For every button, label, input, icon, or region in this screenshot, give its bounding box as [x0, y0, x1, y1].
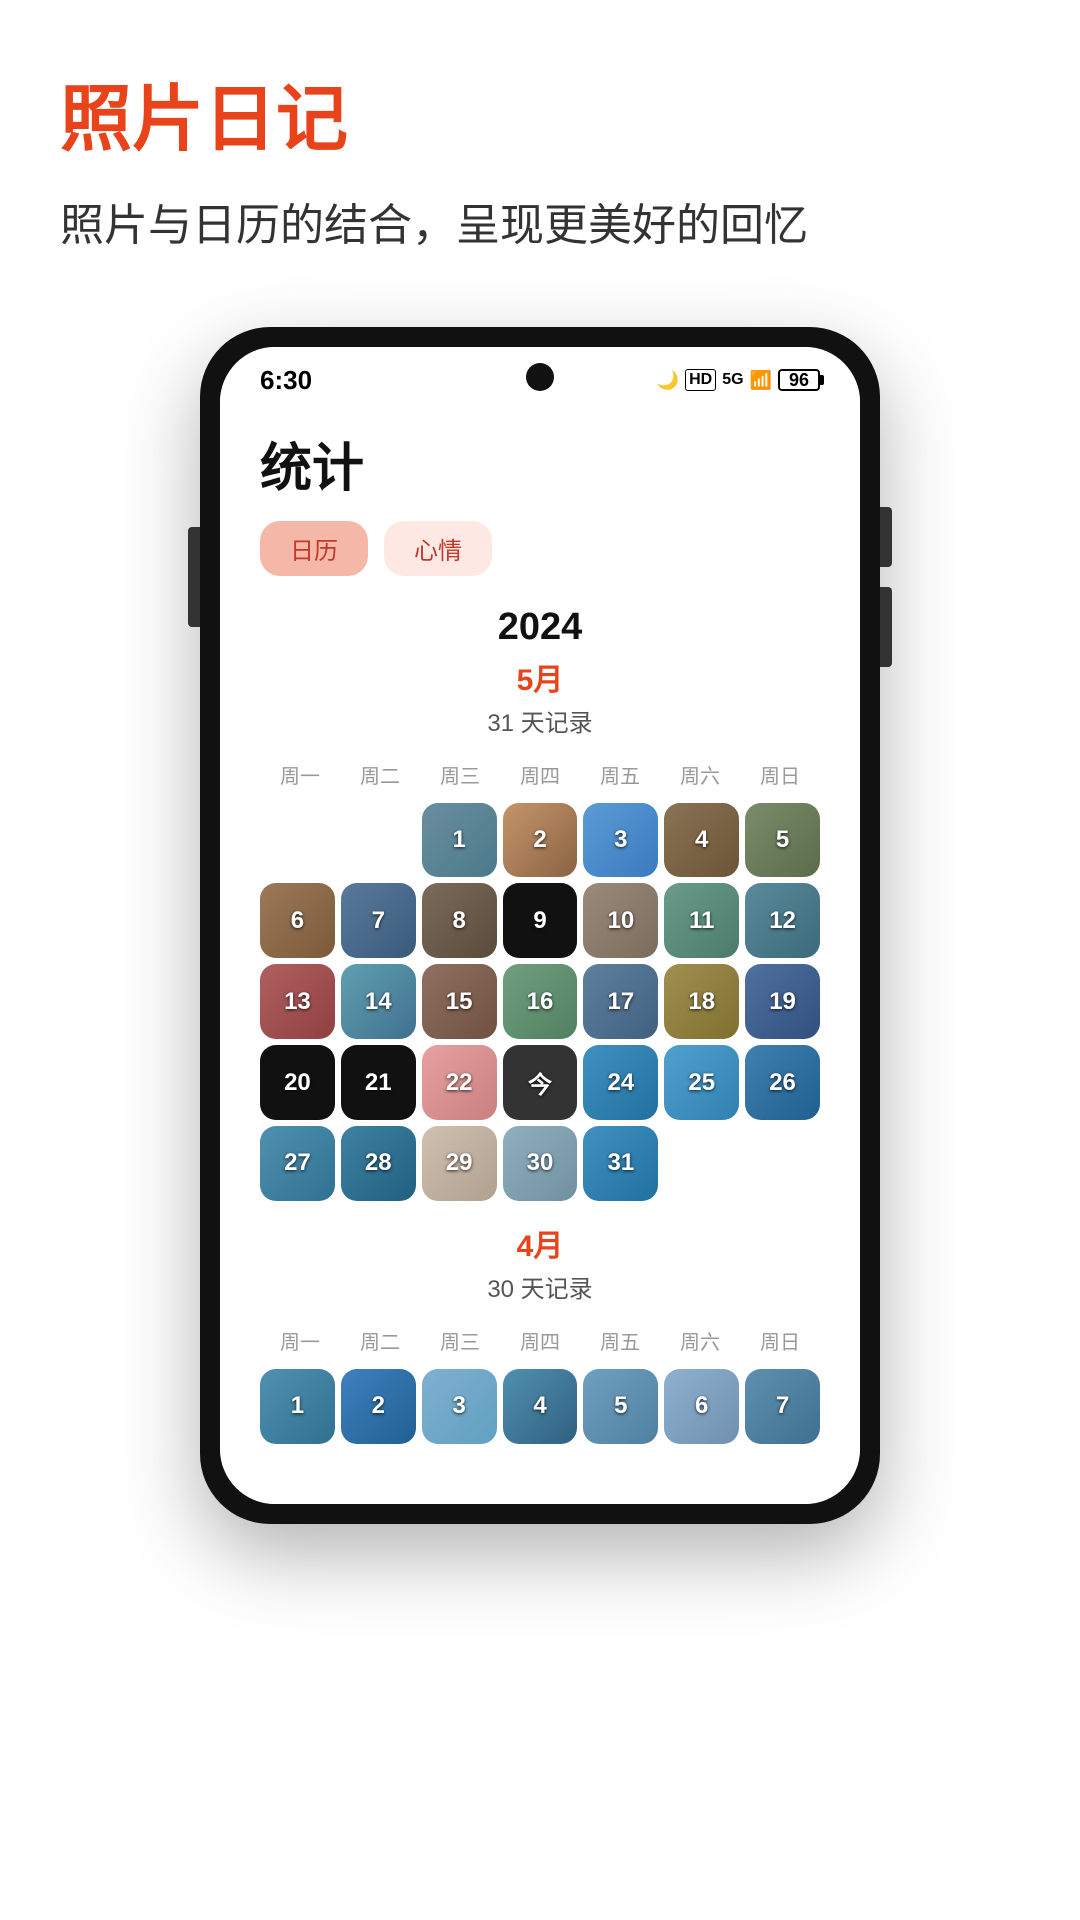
cal-day-13[interactable]: 13	[260, 964, 335, 1039]
phone-screen: 6:30 🌙 HD 5G 📶 96 统计 日历 心情 2024	[220, 347, 860, 1504]
cal-day-20[interactable]: 20	[260, 1045, 335, 1120]
apr-cal-day-3[interactable]: 3	[422, 1369, 497, 1444]
status-time: 6:30	[260, 365, 312, 396]
cal-day-today[interactable]: 今	[503, 1045, 578, 1120]
cal-day-10[interactable]: 10	[583, 883, 658, 958]
cal-day-19[interactable]: 19	[745, 964, 820, 1039]
weekday-sat: 周六	[660, 756, 740, 793]
apr-weekday-thu: 周四	[500, 1322, 580, 1359]
cal-day-7[interactable]: 7	[341, 883, 416, 958]
tab-mood[interactable]: 心情	[384, 521, 492, 576]
phone-frame: 6:30 🌙 HD 5G 📶 96 统计 日历 心情 2024	[200, 327, 880, 1524]
camera-notch	[526, 363, 554, 391]
cal-day-18[interactable]: 18	[664, 964, 739, 1039]
screen-content: 统计 日历 心情 2024 5月 31 天记录 周一 周二 周三 周四 周五 周…	[220, 406, 860, 1504]
volume-down-button[interactable]	[880, 587, 892, 667]
apr-weekday-sun: 周日	[740, 1322, 820, 1359]
cal-day-3[interactable]: 3	[583, 803, 658, 878]
cal-day-6[interactable]: 6	[260, 883, 335, 958]
april-weekday-row: 周一 周二 周三 周四 周五 周六 周日	[260, 1322, 820, 1359]
cal-day-2[interactable]: 2	[503, 803, 578, 878]
cal-day-24[interactable]: 24	[583, 1045, 658, 1120]
cal-day-22[interactable]: 22	[422, 1045, 497, 1120]
may-label: 5月	[260, 655, 820, 699]
page-header: 照片日记 照片与日历的结合，呈现更美好的回忆	[0, 0, 1080, 277]
power-button[interactable]	[188, 527, 200, 627]
apr-cal-day-1[interactable]: 1	[260, 1369, 335, 1444]
weekday-tue: 周二	[340, 756, 420, 793]
tab-row: 日历 心情	[260, 521, 820, 576]
hd-icon: HD	[685, 369, 716, 391]
cal-day-4[interactable]: 4	[664, 803, 739, 878]
april-records: 30 天记录	[260, 1269, 820, 1304]
apr-cal-day-2[interactable]: 2	[341, 1369, 416, 1444]
app-subtitle: 照片与日历的结合，呈现更美好的回忆	[60, 195, 1020, 257]
cal-day-16[interactable]: 16	[503, 964, 578, 1039]
5g-icon: 5G	[722, 371, 743, 389]
cal-empty-1	[260, 803, 335, 878]
weekday-thu: 周四	[500, 756, 580, 793]
april-label: 4月	[260, 1221, 820, 1265]
cal-day-27[interactable]: 27	[260, 1126, 335, 1201]
tab-calendar[interactable]: 日历	[260, 521, 368, 576]
weekday-wed: 周三	[420, 756, 500, 793]
apr-weekday-mon: 周一	[260, 1322, 340, 1359]
weekday-mon: 周一	[260, 756, 340, 793]
apr-weekday-wed: 周三	[420, 1322, 500, 1359]
cal-day-15[interactable]: 15	[422, 964, 497, 1039]
april-section: 4月 30 天记录 周一 周二 周三 周四 周五 周六 周日 1	[260, 1221, 820, 1444]
signal-icon: 📶	[750, 370, 772, 391]
volume-up-button[interactable]	[880, 507, 892, 567]
cal-day-30[interactable]: 30	[503, 1126, 578, 1201]
cal-empty-end1	[664, 1126, 739, 1201]
cal-day-29[interactable]: 29	[422, 1126, 497, 1201]
cal-day-1[interactable]: 1	[422, 803, 497, 878]
apr-weekday-tue: 周二	[340, 1322, 420, 1359]
weekday-sun: 周日	[740, 756, 820, 793]
status-bar: 6:30 🌙 HD 5G 📶 96	[220, 347, 860, 406]
apr-weekday-fri: 周五	[580, 1322, 660, 1359]
status-icons: 🌙 HD 5G 📶 96	[657, 369, 820, 391]
cal-day-17[interactable]: 17	[583, 964, 658, 1039]
cal-day-26[interactable]: 26	[745, 1045, 820, 1120]
moon-icon: 🌙	[657, 370, 679, 391]
cal-day-11[interactable]: 11	[664, 883, 739, 958]
cal-day-21[interactable]: 21	[341, 1045, 416, 1120]
cal-day-12[interactable]: 12	[745, 883, 820, 958]
apr-cal-day-4[interactable]: 4	[503, 1369, 578, 1444]
cal-day-8[interactable]: 8	[422, 883, 497, 958]
year-label: 2024	[260, 606, 820, 649]
may-weekday-row: 周一 周二 周三 周四 周五 周六 周日	[260, 756, 820, 793]
battery-icon: 96	[778, 369, 820, 391]
cal-empty-2	[341, 803, 416, 878]
weekday-fri: 周五	[580, 756, 660, 793]
may-calendar: 1 2 3 4 5 6	[260, 803, 820, 1201]
cal-day-9[interactable]: 9	[503, 883, 578, 958]
cal-day-28[interactable]: 28	[341, 1126, 416, 1201]
may-records: 31 天记录	[260, 703, 820, 738]
may-section: 2024 5月 31 天记录 周一 周二 周三 周四 周五 周六 周日	[260, 606, 820, 1201]
screen-title: 统计	[260, 426, 820, 501]
cal-day-31[interactable]: 31	[583, 1126, 658, 1201]
app-title: 照片日记	[60, 60, 1020, 165]
cal-day-25[interactable]: 25	[664, 1045, 739, 1120]
apr-cal-day-7[interactable]: 7	[745, 1369, 820, 1444]
apr-cal-day-5[interactable]: 5	[583, 1369, 658, 1444]
cal-day-5[interactable]: 5	[745, 803, 820, 878]
cal-empty-end2	[745, 1126, 820, 1201]
cal-day-14[interactable]: 14	[341, 964, 416, 1039]
april-calendar: 1 2 3 4 5 6	[260, 1369, 820, 1444]
apr-cal-day-6[interactable]: 6	[664, 1369, 739, 1444]
apr-weekday-sat: 周六	[660, 1322, 740, 1359]
